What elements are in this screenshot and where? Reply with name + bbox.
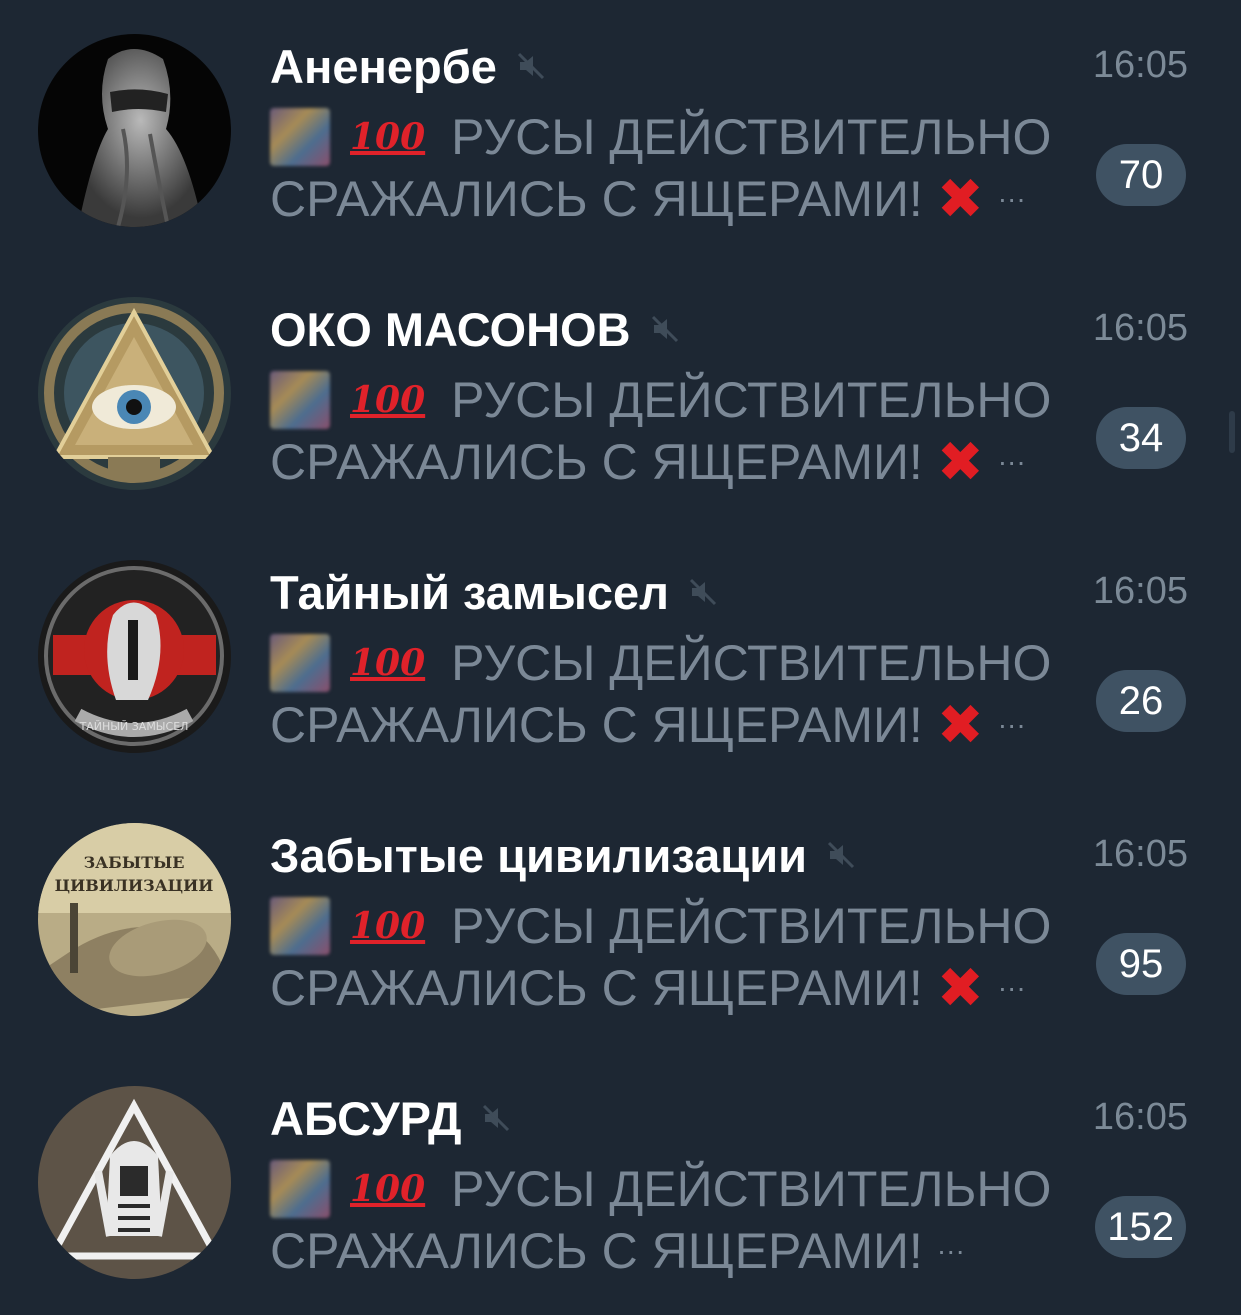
chat-time: 16:05 [1092, 44, 1188, 86]
hundred-points-icon: 100 [350, 642, 426, 684]
ellipsis-icon: ··· [997, 709, 1026, 740]
ellipsis-icon: ··· [997, 972, 1026, 1003]
muted-speaker-icon [515, 50, 547, 82]
unread-count-badge: 152 [1095, 1196, 1186, 1258]
chat-time: 16:05 [1092, 833, 1188, 875]
chat-title: Забытые цивилизации [270, 828, 807, 882]
media-thumbnail [270, 1160, 330, 1218]
message-preview: 100 РУСЫ ДЕЙСТВИТЕЛЬНО СРАЖАЛИСЬ С ЯЩЕРА… [270, 632, 1100, 756]
ellipsis-icon: ··· [997, 183, 1026, 214]
hundred-points-icon: 100 [350, 116, 426, 158]
unread-count-badge: 34 [1096, 407, 1186, 469]
message-preview: 100 РУСЫ ДЕЙСТВИТЕЛЬНО СРАЖАЛИСЬ С ЯЩЕРА… [270, 106, 1100, 230]
preview-text-line1: РУСЫ ДЕЙСТВИТЕЛЬНО [451, 1161, 1052, 1217]
preview-text-line1: РУСЫ ДЕЙСТВИТЕЛЬНО [451, 372, 1052, 428]
message-preview: 100 РУСЫ ДЕЙСТВИТЕЛЬНО СРАЖАЛИСЬ С ЯЩЕРА… [270, 369, 1100, 493]
chat-item-absurd[interactable]: АБСУРД 16:05 100 РУСЫ ДЕЙСТВИТЕЛЬНО СРАЖ… [0, 1052, 1241, 1315]
avatar-logo-text: ТАЙНЫЙ ЗАМЫСЕЛ [79, 720, 189, 733]
chat-avatar[interactable] [38, 1086, 231, 1279]
chat-title: АБСУРД [270, 1091, 462, 1145]
hooded-statue-avatar-image [38, 34, 231, 227]
scrollbar-thumb[interactable] [1229, 411, 1235, 453]
muted-speaker-icon [480, 1102, 512, 1134]
muted-speaker-icon [649, 313, 681, 345]
all-seeing-eye-avatar-image [38, 297, 231, 490]
preview-text-line2: СРАЖАЛИСЬ С ЯЩЕРАМИ! [270, 960, 923, 1016]
preview-text-line2: СРАЖАЛИСЬ С ЯЩЕРАМИ! [270, 171, 923, 227]
avatar-logo-text-2: ЦИВИЛИЗАЦИИ [55, 876, 214, 895]
chat-title: Аненербе [270, 39, 497, 93]
ancient-statue-avatar-image: ЗАБЫТЫЕ ЦИВИЛИЗАЦИИ [38, 823, 231, 1016]
chat-avatar[interactable] [38, 34, 231, 227]
preview-text-line1: РУСЫ ДЕЙСТВИТЕЛЬНО [451, 898, 1052, 954]
chat-item-oko-masonov[interactable]: ОКО МАСОНОВ 16:05 100 РУСЫ ДЕЙСТВИТЕЛЬНО… [0, 263, 1241, 526]
chat-list: Аненербе 16:05 100 РУСЫ ДЕЙСТВИТЕЛЬНО СР… [0, 0, 1241, 1280]
ellipsis-icon: ··· [997, 446, 1026, 477]
unread-count-badge: 70 [1096, 144, 1186, 206]
preview-text-line2: СРАЖАЛИСЬ С ЯЩЕРАМИ! [270, 434, 923, 490]
cross-mark-icon: ✖ [936, 167, 984, 230]
preview-text-line2: СРАЖАЛИСЬ С ЯЩЕРАМИ! [270, 697, 923, 753]
chat-item-tayny-zamysel[interactable]: ТАЙНЫЙ ЗАМЫСЕЛ Тайный замысел 16:05 100 … [0, 526, 1241, 789]
ellipsis-icon: ··· [936, 1235, 965, 1266]
chat-time: 16:05 [1092, 570, 1188, 612]
chat-title-row: АБСУРД [270, 1088, 512, 1148]
cross-mark-icon: ✖ [936, 956, 984, 1019]
preview-text-line2: СРАЖАЛИСЬ С ЯЩЕРАМИ! [270, 1223, 923, 1279]
secret-plan-avatar-image: ТАЙНЫЙ ЗАМЫСЕЛ [38, 560, 231, 753]
chat-time: 16:05 [1092, 1096, 1188, 1138]
hundred-points-icon: 100 [350, 905, 426, 947]
pharaoh-avatar-image [38, 1086, 231, 1279]
chat-title-row: Аненербе [270, 36, 547, 96]
message-preview: 100 РУСЫ ДЕЙСТВИТЕЛЬНО СРАЖАЛИСЬ С ЯЩЕРА… [270, 895, 1100, 1019]
chat-title-row: Тайный замысел [270, 562, 719, 622]
chat-title: Тайный замысел [270, 565, 669, 619]
media-thumbnail [270, 634, 330, 692]
muted-speaker-icon [825, 839, 857, 871]
cross-mark-icon: ✖ [936, 430, 984, 493]
chat-title-row: Забытые цивилизации [270, 825, 857, 885]
cross-mark-icon: ✖ [936, 693, 984, 756]
media-thumbnail [270, 897, 330, 955]
muted-speaker-icon [687, 576, 719, 608]
chat-avatar[interactable] [38, 297, 231, 490]
chat-avatar[interactable]: ТАЙНЫЙ ЗАМЫСЕЛ [38, 560, 231, 753]
media-thumbnail [270, 371, 330, 429]
media-thumbnail [270, 108, 330, 166]
unread-count-badge: 95 [1096, 933, 1186, 995]
chat-time: 16:05 [1092, 307, 1188, 349]
chat-item-ahnenerbe[interactable]: Аненербе 16:05 100 РУСЫ ДЕЙСТВИТЕЛЬНО СР… [0, 0, 1241, 263]
hundred-points-icon: 100 [350, 379, 426, 421]
chat-title: ОКО МАСОНОВ [270, 302, 631, 356]
message-preview: 100 РУСЫ ДЕЙСТВИТЕЛЬНО СРАЖАЛИСЬ С ЯЩЕРА… [270, 1158, 1100, 1282]
preview-text-line1: РУСЫ ДЕЙСТВИТЕЛЬНО [451, 109, 1052, 165]
chat-avatar[interactable]: ЗАБЫТЫЕ ЦИВИЛИЗАЦИИ [38, 823, 231, 1016]
chat-title-row: ОКО МАСОНОВ [270, 299, 681, 359]
hundred-points-icon: 100 [350, 1168, 426, 1210]
preview-text-line1: РУСЫ ДЕЙСТВИТЕЛЬНО [451, 635, 1052, 691]
unread-count-badge: 26 [1096, 670, 1186, 732]
chat-item-zabytye-civilizacii[interactable]: ЗАБЫТЫЕ ЦИВИЛИЗАЦИИ Забытые цивилизации … [0, 789, 1241, 1052]
avatar-logo-text-1: ЗАБЫТЫЕ [84, 853, 185, 872]
